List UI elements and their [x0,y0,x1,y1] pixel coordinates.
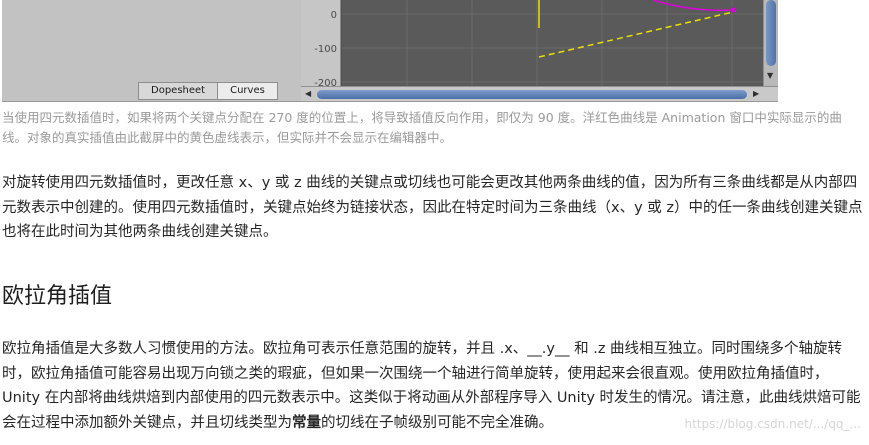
vertical-scroll-thumb[interactable] [766,0,776,66]
section-heading: 欧拉角插值 [2,284,113,309]
paragraph-quaternion: 对旋转使用四元数插值时，更改任意 x、y 或 z 曲线的关键点或切线也可能会更改… [2,175,863,240]
scroll-left-arrow-icon[interactable]: ◀ [305,89,311,98]
horizontal-scrollbar[interactable]: ◀ ▶ [301,86,778,101]
horizontal-scroll-thumb[interactable] [317,90,747,99]
curve-graph: 0 -100 -200 [301,0,763,89]
view-mode-tabs: Dopesheet Curves [138,82,278,100]
paragraph-euler-bold: 常量 [292,414,321,431]
vertical-scrollbar[interactable]: ▼ [763,0,778,86]
yellow-dashed-curve [538,11,734,58]
axis-label-minus-100: -100 [314,44,337,55]
axis-label-0: 0 [331,10,337,21]
animation-property-pane: Dopesheet Curves [2,0,301,101]
figure-caption: 当使用四元数插值时，如果将两个关键点分配在 270 度的位置上，将导致插值反向作… [2,110,842,145]
scroll-right-arrow-icon[interactable]: ▶ [753,89,759,98]
tab-curves[interactable]: Curves [218,83,277,99]
animation-window-screenshot: Dopesheet Curves 0 -100 -200 ▼ ◀ ▶ [2,0,778,102]
scroll-down-arrow-icon[interactable]: ▼ [767,71,773,80]
keyframe-point[interactable] [729,6,737,14]
tab-dopesheet[interactable]: Dopesheet [139,83,219,99]
curve-editor-area[interactable]: 0 -100 -200 [301,0,763,89]
graph-grid [341,0,763,86]
magenta-curve [652,0,734,12]
watermark: https://blog.csdn.net/.../qq_... [684,417,861,431]
paragraph-euler-text-b: 的切线在子帧级别可能不完全准确。 [321,414,553,431]
axis-label-minus-200: -200 [314,78,337,86]
